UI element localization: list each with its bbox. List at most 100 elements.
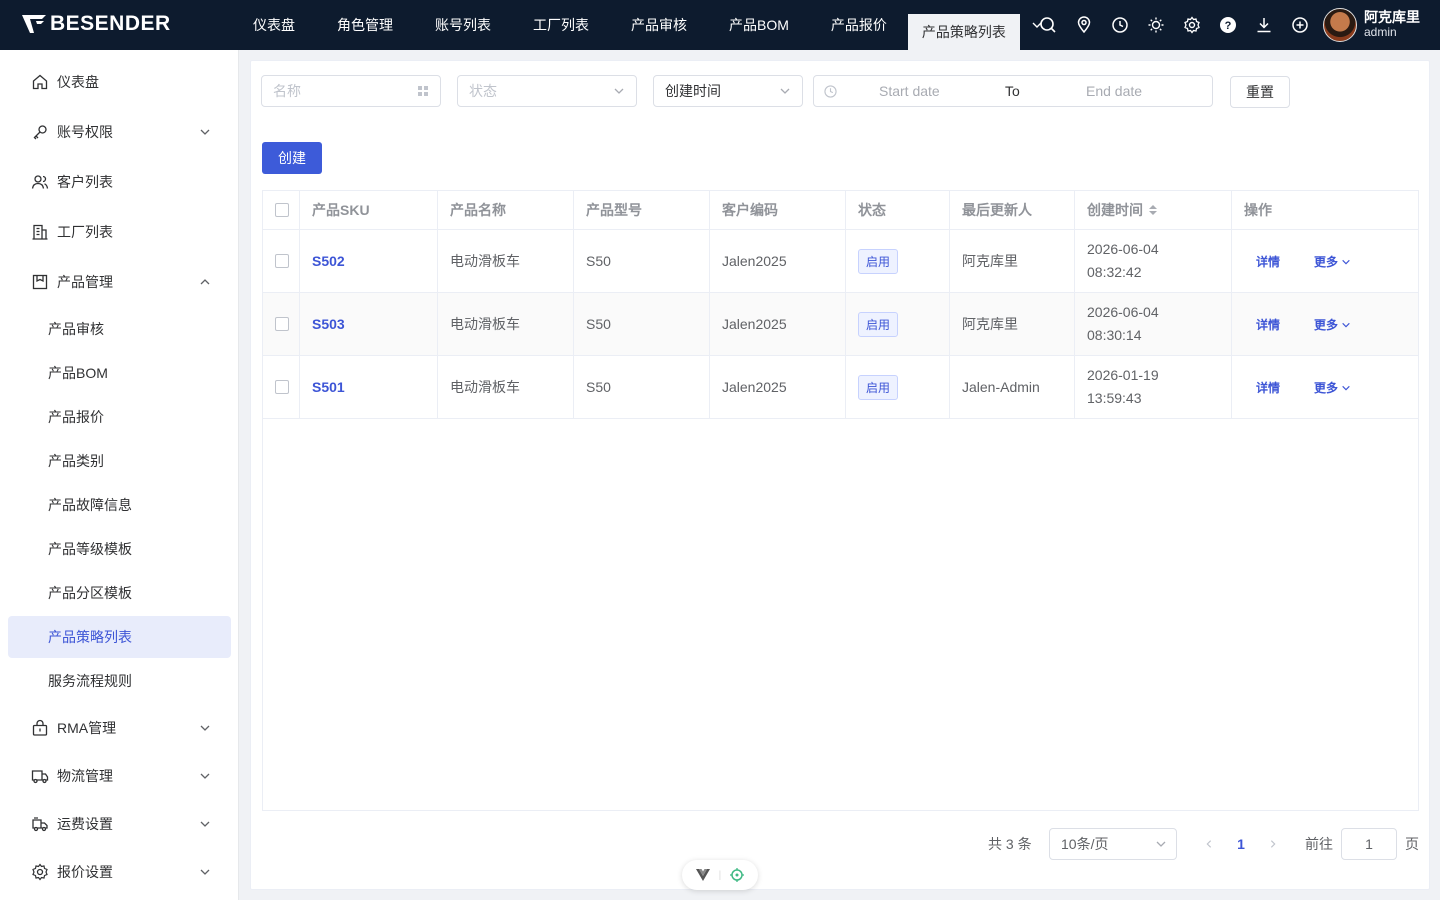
location-icon (1077, 16, 1091, 34)
row-checkbox[interactable] (275, 254, 289, 268)
download-button[interactable] (1246, 7, 1282, 43)
row-checkbox[interactable] (275, 380, 289, 394)
sidebar-item-product-review[interactable]: 产品审核 (8, 308, 231, 350)
page-suffix: 页 (1405, 836, 1419, 852)
sidebar-item-factories[interactable]: 工厂列表 (8, 211, 231, 253)
more-dropdown[interactable]: 更多 (1314, 316, 1351, 333)
more-dropdown[interactable]: 更多 (1314, 379, 1351, 396)
next-page-button[interactable] (1261, 828, 1285, 860)
detail-link[interactable]: 详情 (1256, 253, 1280, 270)
settings-button[interactable] (1174, 7, 1210, 43)
sidebar-item-account-permissions[interactable]: 账号权限 (8, 111, 231, 153)
more-dropdown[interactable]: 更多 (1314, 253, 1351, 270)
tab-product-strategy-list[interactable]: 产品策略列表 (907, 14, 1020, 50)
sidebar-item-product-quote[interactable]: 产品报价 (8, 396, 231, 438)
end-date-input[interactable]: End date (1086, 83, 1142, 99)
page-size-select[interactable]: 10条/页 (1049, 828, 1177, 860)
target-icon (729, 868, 744, 882)
sidebar-item-customers[interactable]: 客户列表 (8, 161, 231, 203)
sidebar-item-dashboard[interactable]: 仪表盘 (8, 61, 231, 103)
user-role: admin (1364, 25, 1397, 39)
location-button[interactable] (1066, 7, 1102, 43)
sidebar-item-product-bom[interactable]: 产品BOM (8, 352, 231, 394)
sidebar-item-logistics[interactable]: 物流管理 (8, 755, 231, 797)
theme-toggle-button[interactable] (1138, 7, 1174, 43)
row-checkbox[interactable] (275, 317, 289, 331)
history-button[interactable] (1102, 7, 1138, 43)
chevron-right-icon (1270, 840, 1276, 848)
name-filter-placeholder: 名称 (273, 83, 301, 99)
sidebar-item-product-category[interactable]: 产品类别 (8, 440, 231, 482)
sidebar-item-product-strategy-list[interactable]: 产品策略列表 (8, 616, 231, 658)
detail-link[interactable]: 详情 (1256, 316, 1280, 333)
sku-link[interactable]: S501 (312, 379, 345, 395)
tab-product-review[interactable]: 产品审核 (610, 0, 708, 50)
key-icon (33, 125, 47, 140)
sort-icon[interactable] (1149, 205, 1157, 215)
prev-page-button[interactable] (1197, 828, 1221, 860)
created-date: 2026-01-19 (1087, 367, 1159, 383)
created-time-cell: 2026-06-04 08:32:42 (1087, 238, 1159, 284)
more-label: 更多 (1314, 254, 1339, 269)
sku-link[interactable]: S503 (312, 316, 345, 332)
users-icon (31, 175, 49, 189)
logo[interactable]: BESENDER (22, 12, 171, 36)
sidebar-item-product-fault-info[interactable]: 产品故障信息 (8, 484, 231, 526)
tab-product-quote[interactable]: 产品报价 (810, 0, 908, 50)
created-clock: 13:59:43 (1087, 390, 1142, 406)
search-icon (1040, 17, 1056, 33)
customer-code-cell: Jalen2025 (710, 356, 846, 418)
sidebar-item-label: 客户列表 (57, 174, 113, 190)
gear-icon (1184, 16, 1200, 34)
name-filter-input[interactable]: 名称 (261, 75, 441, 107)
sidebar-item-label: 产品BOM (48, 365, 108, 381)
select-all-checkbox[interactable] (275, 203, 289, 217)
column-header-product-name: 产品名称 (438, 191, 574, 229)
customer-code-cell: Jalen2025 (710, 293, 846, 355)
lock-bag-icon (32, 719, 48, 736)
tab-factory-list[interactable]: 工厂列表 (512, 0, 610, 50)
tab-account-list[interactable]: 账号列表 (414, 0, 512, 50)
tab-role-management[interactable]: 角色管理 (316, 0, 414, 50)
sidebar-item-label: RMA管理 (57, 720, 117, 736)
column-header-created-time[interactable]: 创建时间 (1075, 191, 1232, 229)
vue-logo-icon (696, 869, 711, 881)
page-number-current[interactable]: 1 (1229, 828, 1253, 860)
help-button[interactable]: ? (1210, 7, 1246, 43)
tab-dashboard[interactable]: 仪表盘 (232, 0, 316, 50)
search-button[interactable] (1030, 7, 1066, 43)
sidebar-item-freight-settings[interactable]: 运费设置 (8, 803, 231, 845)
date-type-select[interactable]: 创建时间 (653, 75, 803, 107)
download-icon (1257, 18, 1271, 33)
column-header-status: 状态 (846, 191, 950, 229)
sidebar-item-product-management[interactable]: 产品管理 (8, 261, 231, 303)
page-size-value: 10条/页 (1061, 836, 1109, 852)
status-filter-select[interactable]: 状态 (457, 75, 637, 107)
reset-button[interactable]: 重置 (1230, 76, 1290, 108)
add-button[interactable] (1282, 7, 1318, 43)
tab-product-bom[interactable]: 产品BOM (708, 0, 810, 50)
chevron-down-icon (200, 129, 210, 135)
sku-link[interactable]: S502 (312, 253, 345, 269)
goto-page-input[interactable]: 1 (1341, 828, 1397, 860)
sidebar-item-label: 产品管理 (57, 274, 113, 290)
created-clock: 08:32:42 (1087, 264, 1142, 280)
create-button[interactable]: 创建 (262, 142, 322, 174)
sidebar-item-product-grade-template[interactable]: 产品等级模板 (8, 528, 231, 570)
top-toolbar: ? (1030, 0, 1318, 50)
user-menu[interactable]: 阿克库里 admin (1323, 8, 1420, 42)
devtools-widget[interactable]: | (682, 860, 758, 890)
sidebar-item-quote-settings[interactable]: 报价设置 (8, 851, 231, 893)
sidebar-item-product-partition-template[interactable]: 产品分区模板 (8, 572, 231, 614)
start-date-input[interactable]: Start date (879, 83, 940, 99)
chevron-down-icon (1342, 260, 1351, 265)
detail-link[interactable]: 详情 (1256, 379, 1280, 396)
main-panel: 名称 状态 创建时间 Start date To End date 重置 创建 … (250, 60, 1430, 890)
chevron-left-icon (1206, 840, 1212, 848)
sidebar-item-service-flow-rules[interactable]: 服务流程规则 (8, 660, 231, 702)
date-range-picker[interactable]: Start date To End date (813, 75, 1213, 107)
product-name-cell: 电动滑板车 (438, 230, 574, 292)
avatar[interactable] (1323, 8, 1357, 42)
sidebar-item-rma[interactable]: RMA管理 (8, 707, 231, 749)
chevron-up-icon (200, 279, 210, 285)
